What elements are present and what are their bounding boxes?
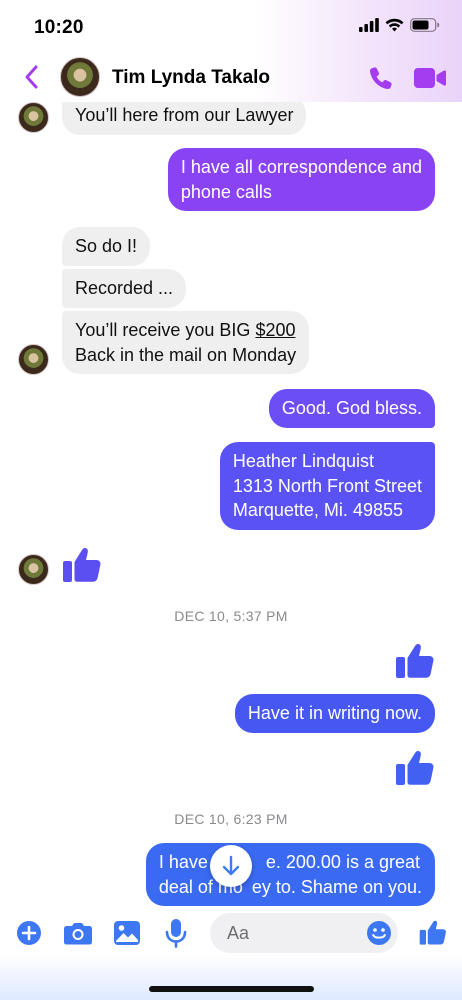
message-text: Marquette, Mi. 49855	[232, 500, 403, 520]
emoji-icon[interactable]	[366, 920, 392, 946]
message-text: 1313 North Front Street	[232, 475, 422, 496]
message-text: Good. God bless.	[281, 398, 422, 418]
thumbs-up-icon[interactable]	[395, 640, 435, 680]
back-chevron-icon[interactable]	[22, 64, 42, 90]
conversation-header: Tim Lynda Takalo	[0, 50, 462, 102]
wifi-icon	[385, 18, 404, 32]
cellular-signal-icon	[359, 18, 379, 32]
status-time: 10:20	[34, 17, 84, 38]
message-text: So do I!	[75, 236, 138, 256]
contact-name[interactable]: Tim Lynda Takalo	[112, 67, 270, 89]
scroll-to-bottom-button[interactable]	[210, 845, 252, 887]
sender-avatar[interactable]	[18, 102, 49, 133]
thumbs-up-icon[interactable]	[62, 544, 102, 584]
message-text: e. 200.00 is a great	[265, 852, 420, 872]
photo-icon[interactable]	[113, 920, 141, 946]
incoming-message[interactable]: You’ll here from our Lawyer	[62, 102, 307, 135]
message-text: You’ll here from our Lawyer	[75, 105, 294, 125]
arrow-down-icon	[222, 855, 240, 876]
incoming-message[interactable]: So do I!	[62, 227, 151, 266]
sender-avatar[interactable]	[18, 554, 49, 585]
message-text: phone calls	[180, 181, 272, 202]
incoming-message[interactable]: You’ll receive you BIG $200 Back in the …	[62, 311, 310, 374]
message-link[interactable]: $200	[255, 320, 295, 340]
message-thread[interactable]: You’ll here from our Lawyer I have all c…	[0, 102, 462, 910]
outgoing-message[interactable]: Heather Lindquist 1313 North Front Stree…	[219, 442, 435, 530]
thumbs-up-icon[interactable]	[419, 918, 447, 946]
message-text: You’ll receive you BIG	[75, 320, 256, 340]
message-text: ey to. Shame on you.	[251, 876, 422, 897]
message-text: Back in the mail on Monday	[75, 344, 297, 365]
timestamp: DEC 10, 6:23 PM	[174, 811, 288, 827]
message-text: Recorded ...	[75, 278, 174, 298]
message-text: Heather Lindquist	[232, 451, 374, 471]
thumbs-up-icon[interactable]	[395, 747, 435, 787]
plus-icon[interactable]	[16, 920, 42, 946]
message-text: Have it in writing now.	[247, 703, 422, 723]
sender-avatar[interactable]	[18, 344, 49, 375]
incoming-message[interactable]: Recorded ...	[62, 269, 187, 308]
home-indicator[interactable]	[149, 986, 314, 992]
outgoing-message[interactable]: I have all correspondence and phone call…	[167, 148, 435, 211]
outgoing-message[interactable]: I have ve e. 200.00 is a great deal of mo…	[145, 843, 435, 906]
video-call-icon[interactable]	[414, 67, 446, 89]
timestamp: DEC 10, 5:37 PM	[174, 608, 288, 624]
contact-avatar[interactable]	[60, 57, 100, 97]
phone-call-icon[interactable]	[368, 65, 394, 91]
message-text: I have all correspondence and	[180, 157, 422, 177]
message-composer	[0, 910, 462, 1000]
battery-icon	[410, 18, 440, 32]
status-icons	[359, 18, 440, 32]
status-bar: 10:20	[0, 0, 462, 50]
outgoing-message[interactable]: Good. God bless.	[268, 389, 435, 428]
camera-icon[interactable]	[63, 921, 93, 945]
outgoing-message[interactable]: Have it in writing now.	[234, 694, 435, 733]
microphone-icon[interactable]	[165, 918, 187, 948]
